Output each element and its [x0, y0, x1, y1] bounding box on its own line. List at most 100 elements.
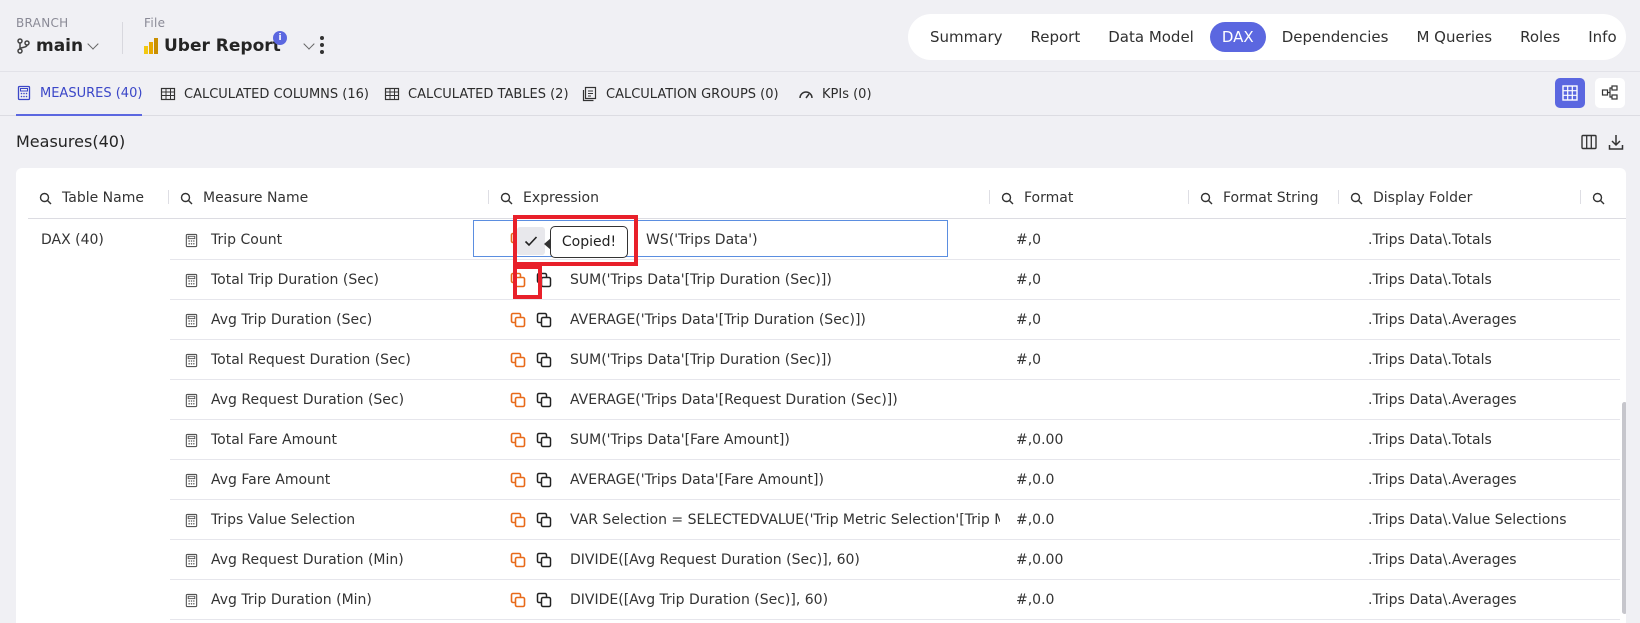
expression-cell[interactable]: AVERAGE('Trips Data'[Request Duration (S…	[570, 380, 1000, 420]
copy-icon[interactable]	[536, 432, 552, 448]
expression-cell[interactable]: WS('Trips Data')	[646, 220, 1000, 260]
search-icon[interactable]	[180, 192, 193, 205]
column-header-label: Format String	[1223, 190, 1319, 206]
expression-cell[interactable]: AVERAGE('Trips Data'[Trip Duration (Sec)…	[570, 300, 1000, 340]
table-row[interactable]: Total Trip Duration (Sec) SUM('Trips Data…	[170, 260, 1620, 300]
table-row[interactable]: Avg Trip Duration (Sec) AVERAGE('Trips Da…	[170, 300, 1620, 340]
copy-expression-icon[interactable]	[510, 352, 526, 368]
copy-icon[interactable]	[536, 552, 552, 568]
tab-kpis[interactable]: KPIs (0)	[798, 72, 872, 116]
expression-cell[interactable]: SUM('Trips Data'[Fare Amount])	[570, 420, 1000, 460]
copy-expression-icon[interactable]	[510, 432, 526, 448]
grid-view-button[interactable]	[1555, 78, 1585, 108]
nav-summary[interactable]: Summary	[918, 22, 1015, 52]
column-divider[interactable]	[1188, 190, 1189, 204]
header-format-string[interactable]: Format String	[1200, 186, 1319, 210]
search-icon[interactable]	[39, 192, 52, 205]
expression-cell[interactable]: VAR Selection = SELECTEDVALUE('Trip Metr…	[570, 500, 1000, 540]
nav-info[interactable]: Info	[1576, 22, 1628, 52]
nav-report[interactable]: Report	[1019, 22, 1093, 52]
nav-dax[interactable]: DAX	[1209, 22, 1266, 52]
table-row[interactable]: Total Fare Amount SUM('Trips Data'[Fare A…	[170, 420, 1620, 460]
copy-icon[interactable]	[536, 352, 552, 368]
table-row[interactable]: Avg Trip Duration (Min) DIVIDE([Avg Trip …	[170, 580, 1620, 620]
search-icon[interactable]	[1200, 192, 1213, 205]
check-icon	[524, 236, 538, 247]
chevron-down-icon	[87, 38, 99, 50]
format-cell: #,0	[1016, 312, 1042, 328]
branch-label: BRANCH	[16, 16, 69, 30]
info-badge[interactable]: i	[273, 31, 287, 45]
vertical-scrollbar[interactable]	[1622, 402, 1626, 614]
expression-cell[interactable]: SUM('Trips Data'[Trip Duration (Sec)])	[570, 340, 1000, 380]
column-divider[interactable]	[989, 190, 990, 204]
hierarchy-view-button[interactable]	[1595, 78, 1625, 108]
copy-expression-icon[interactable]	[510, 592, 526, 608]
search-icon[interactable]	[1592, 192, 1605, 205]
tab-measures[interactable]: MEASURES (40)	[16, 72, 143, 116]
copy-icon[interactable]	[536, 272, 552, 288]
branch-value: main	[36, 36, 84, 56]
column-divider[interactable]	[488, 190, 489, 204]
header-display-folder[interactable]: Display Folder	[1350, 186, 1472, 210]
table-icon	[384, 87, 400, 101]
header-expression[interactable]: Expression	[500, 186, 599, 210]
tab-calculated-tables[interactable]: CALCULATED TABLES (2)	[384, 72, 569, 116]
calculator-icon	[184, 433, 199, 448]
copy-icon[interactable]	[536, 512, 552, 528]
copy-expression-icon[interactable]	[510, 392, 526, 408]
main-nav: Summary Report Data Model DAX Dependenci…	[908, 14, 1626, 60]
tab-label: CALCULATED TABLES (2)	[408, 86, 569, 102]
powerbi-icon	[144, 38, 158, 54]
calculator-icon	[184, 553, 199, 568]
copy-expression-icon[interactable]	[510, 472, 526, 488]
header-search-extra[interactable]	[1592, 186, 1605, 210]
nav-m-queries[interactable]: M Queries	[1404, 22, 1504, 52]
display-folder-cell: .Trips Data\.Averages	[1368, 312, 1517, 328]
column-divider[interactable]	[168, 190, 169, 204]
table-row[interactable]: Total Request Duration (Sec) SUM('Trips D…	[170, 340, 1620, 380]
search-icon[interactable]	[500, 192, 513, 205]
copy-icon[interactable]	[536, 592, 552, 608]
tab-label: MEASURES (40)	[40, 85, 143, 101]
table-row[interactable]: Trip Count WS('Trips Data') #,0 .Trips Data…	[170, 220, 1620, 260]
nav-data-model[interactable]: Data Model	[1096, 22, 1206, 52]
table-row[interactable]: Avg Request Duration (Sec) AVERAGE('Trips…	[170, 380, 1620, 420]
column-divider[interactable]	[1580, 190, 1581, 204]
header-measure-name[interactable]: Measure Name	[180, 186, 308, 210]
copy-expression-icon[interactable]	[510, 272, 526, 288]
header-divider	[122, 22, 123, 54]
search-icon[interactable]	[1350, 192, 1363, 205]
copy-expression-icon[interactable]	[510, 312, 526, 328]
tab-label: CALCULATED COLUMNS (16)	[184, 86, 369, 102]
copied-check-button[interactable]	[517, 227, 545, 255]
header-table-name[interactable]: Table Name	[39, 186, 144, 210]
measure-name: Total Fare Amount	[211, 432, 338, 448]
search-icon[interactable]	[1001, 192, 1014, 205]
expression-cell[interactable]: AVERAGE('Trips Data'[Fare Amount])	[570, 460, 1000, 500]
tab-calculated-columns[interactable]: CALCULATED COLUMNS (16)	[160, 72, 369, 116]
tab-calculation-groups[interactable]: CALCULATION GROUPS (0)	[582, 72, 779, 116]
columns-button[interactable]	[1578, 131, 1600, 153]
nav-roles[interactable]: Roles	[1508, 22, 1572, 52]
file-selector[interactable]: File Uber Report i	[144, 16, 315, 56]
expression-cell[interactable]: SUM('Trips Data'[Trip Duration (Sec)])	[570, 260, 1000, 300]
copy-expression-icon[interactable]	[510, 552, 526, 568]
copy-expression-icon[interactable]	[510, 512, 526, 528]
copy-icon[interactable]	[536, 392, 552, 408]
branch-selector[interactable]: BRANCH main	[16, 16, 99, 56]
nav-dependencies[interactable]: Dependencies	[1270, 22, 1401, 52]
table-row[interactable]: Trips Value Selection VAR Selection = SEL…	[170, 500, 1620, 540]
expression-cell[interactable]: DIVIDE([Avg Trip Duration (Sec)], 60)	[570, 580, 1000, 620]
calculator-icon	[184, 513, 199, 528]
copy-icon[interactable]	[536, 312, 552, 328]
download-button[interactable]	[1605, 131, 1627, 153]
more-options-icon[interactable]	[320, 36, 324, 57]
copy-icon[interactable]	[536, 472, 552, 488]
column-header-label: Format	[1024, 190, 1074, 206]
table-row[interactable]: Avg Fare Amount AVERAGE('Trips Data'[Fare…	[170, 460, 1620, 500]
column-divider[interactable]	[1338, 190, 1339, 204]
expression-cell[interactable]: DIVIDE([Avg Request Duration (Sec)], 60)	[570, 540, 1000, 580]
table-row[interactable]: Avg Request Duration (Min) DIVIDE([Avg Re…	[170, 540, 1620, 580]
header-format[interactable]: Format	[1001, 186, 1073, 210]
